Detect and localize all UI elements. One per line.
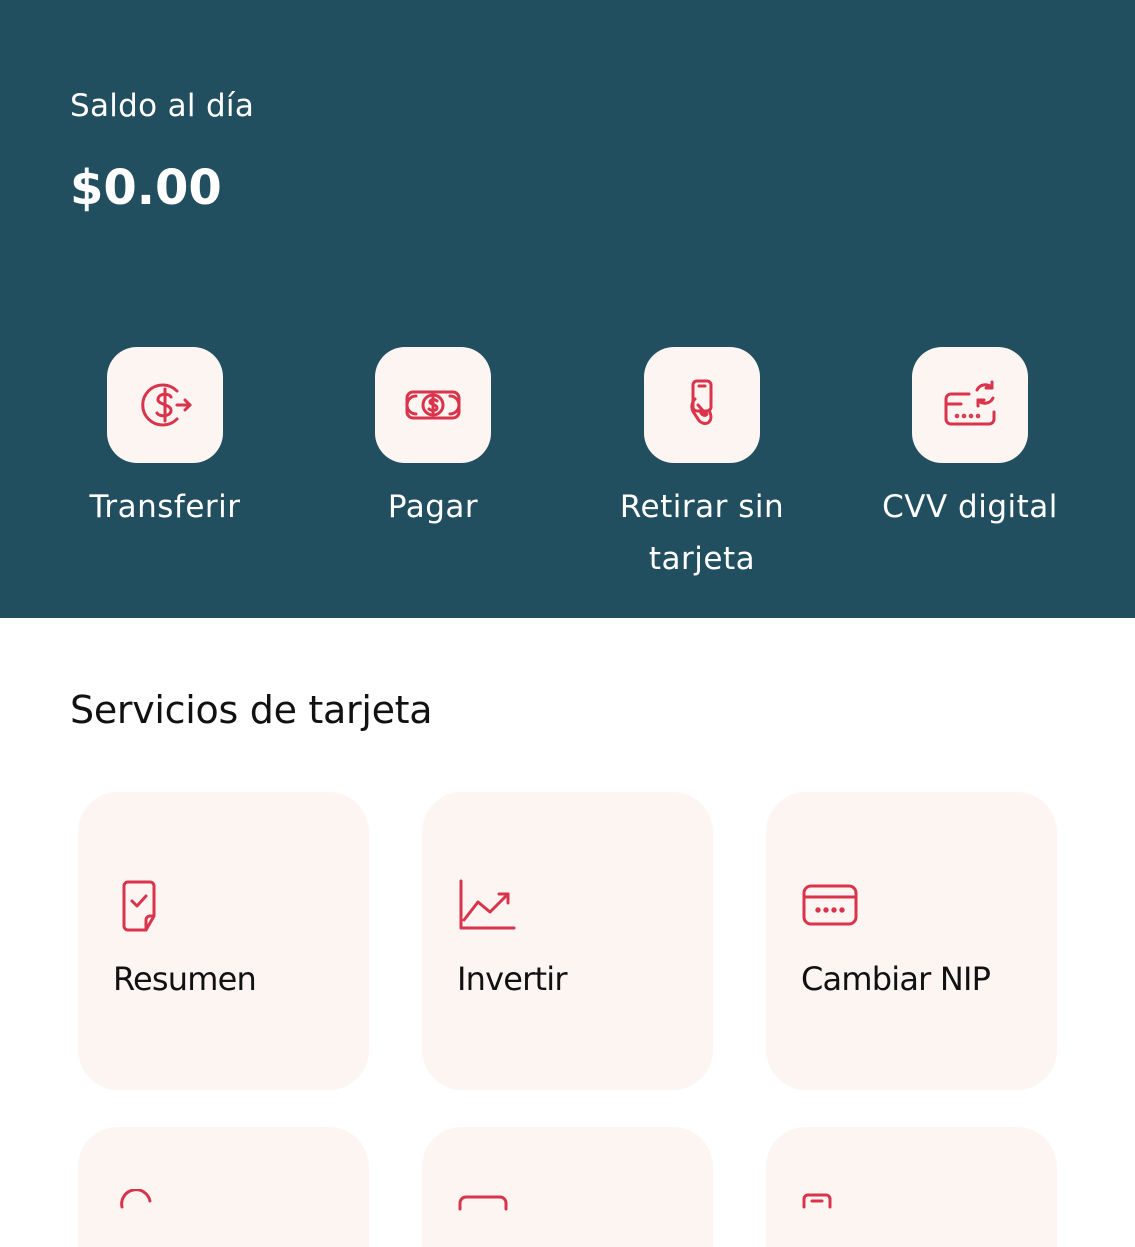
banknote-icon [405, 390, 461, 420]
action-cardless-withdraw-icon-box[interactable] [644, 347, 760, 463]
balance-hero: Saldo al día $0.00 Transferir Pagar Reti… [0, 0, 1135, 618]
action-cvv-digital-label: CVV digital [882, 489, 1058, 525]
action-cvv-digital-icon-box[interactable] [912, 347, 1028, 463]
card-services-title: Servicios de tarjeta [70, 688, 433, 732]
balance-label: Saldo al día [70, 88, 255, 124]
card-refresh-icon [944, 380, 996, 426]
service-card-partial-2[interactable] [422, 1127, 713, 1247]
card-pin-icon [802, 884, 858, 926]
action-cardless-withdraw-label: Retirar sin tarjeta [619, 489, 785, 577]
partial-icon-2 [458, 1195, 508, 1211]
action-transfer-icon-box[interactable] [107, 347, 223, 463]
balance-amount: $0.00 [70, 160, 222, 216]
service-card-summary[interactable]: Resumen [78, 792, 369, 1090]
action-transfer[interactable]: Transferir [50, 347, 280, 533]
service-card-partial-3[interactable] [766, 1127, 1057, 1247]
action-cvv-digital[interactable]: CVV digital [855, 347, 1085, 533]
action-cardless-withdraw[interactable]: Retirar sin tarjeta [587, 347, 817, 585]
action-pay[interactable]: Pagar [318, 347, 548, 533]
hand-phone-icon [690, 379, 713, 425]
service-card-partial-1[interactable] [78, 1127, 369, 1247]
partial-icon-3 [802, 1193, 832, 1209]
transfer-dollar-icon [141, 383, 192, 427]
trend-chart-icon [459, 879, 516, 930]
service-card-change-pin-label: Cambiar NIP [801, 960, 991, 998]
service-card-summary-label: Resumen [113, 960, 257, 998]
service-card-invest-label: Invertir [457, 960, 568, 998]
action-transfer-label: Transferir [89, 489, 241, 525]
action-pay-label: Pagar [387, 489, 479, 525]
partial-icon-1 [120, 1189, 152, 1209]
service-card-invest[interactable]: Invertir [422, 792, 713, 1090]
document-check-icon [122, 880, 156, 932]
action-pay-icon-box[interactable] [375, 347, 491, 463]
service-card-change-pin[interactable]: Cambiar NIP [766, 792, 1057, 1090]
